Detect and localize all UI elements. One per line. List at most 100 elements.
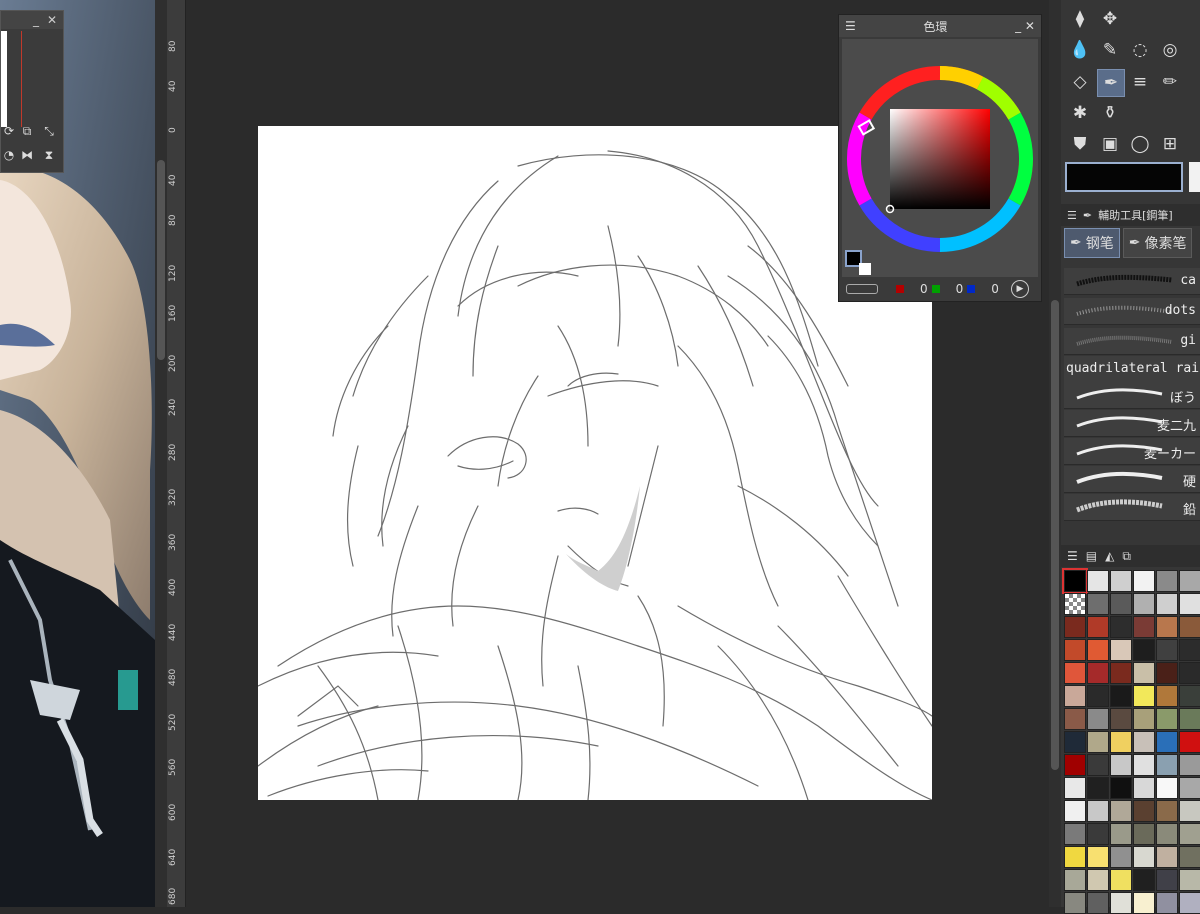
lines-icon[interactable]: ≡ [1127,69,1153,95]
palette-swatch[interactable] [1179,616,1200,638]
palette-swatch[interactable] [1133,708,1155,730]
brush-item[interactable]: quadrilateral rain [1064,356,1200,383]
palette-swatch[interactable] [1064,662,1086,684]
palette-swatch[interactable] [1064,639,1086,661]
reference-scrollbar[interactable] [155,0,167,907]
layer-move-icon[interactable]: ⧫ [1067,6,1093,32]
palette-swatch[interactable] [1110,846,1132,868]
flip-horizontal-icon[interactable]: ⧓ [19,147,35,163]
intermediate-color-icon[interactable]: ◭ [1105,549,1114,563]
palette-swatch[interactable] [1179,708,1200,730]
close-button[interactable]: ✕ [1025,19,1035,33]
palette-swatch[interactable] [1133,800,1155,822]
palette-swatch[interactable] [1156,892,1178,914]
palette-swatch[interactable] [1133,616,1155,638]
palette-swatch[interactable] [1133,846,1155,868]
color-set-icon[interactable]: ▤ [1086,549,1097,563]
palette-swatch[interactable] [1087,823,1109,845]
palette-swatch[interactable] [1179,892,1200,914]
palette-swatch[interactable] [1087,685,1109,707]
play-icon[interactable]: ▶ [1010,280,1029,298]
palette-swatch[interactable] [1179,570,1200,592]
palette-swatch[interactable] [1087,708,1109,730]
palette-swatch[interactable] [1064,685,1086,707]
palette-swatch[interactable] [1064,846,1086,868]
palette-swatch[interactable] [1156,685,1178,707]
frame-icon[interactable]: ⊞ [1157,131,1183,157]
palette-swatch[interactable] [1087,662,1109,684]
palette-swatch[interactable] [1156,823,1178,845]
palette-swatch[interactable] [1156,616,1178,638]
lasso-icon[interactable]: ◌ [1127,37,1153,63]
pencil-icon[interactable]: ✏ [1157,69,1183,95]
palette-swatch[interactable] [1179,777,1200,799]
palette-swatch[interactable] [1133,639,1155,661]
palette-swatch[interactable] [1087,639,1109,661]
scrollbar-thumb[interactable] [157,160,165,360]
minimize-button[interactable]: _ [33,13,39,27]
palette-swatch[interactable] [1179,800,1200,822]
palette-swatch[interactable] [1110,777,1132,799]
move-icon[interactable]: ✥ [1097,6,1123,32]
palette-swatch[interactable] [1087,892,1109,914]
fill-icon[interactable]: ⛊ [1067,131,1093,157]
palette-swatch[interactable] [1110,823,1132,845]
palette-swatch[interactable] [1179,823,1200,845]
airbrush-icon[interactable]: ⚱ [1097,100,1123,126]
panel-menu-icon[interactable]: ☰ [1067,549,1078,563]
palette-swatch[interactable] [1110,570,1132,592]
palette-swatch[interactable] [1087,616,1109,638]
figure-icon[interactable]: ◯ [1127,131,1153,157]
palette-swatch[interactable] [1133,662,1155,684]
palette-swatch[interactable] [1064,892,1086,914]
palette-swatch[interactable] [1064,777,1086,799]
palette-swatch[interactable] [1087,800,1109,822]
palette-swatch[interactable] [1110,869,1132,891]
panel-menu-icon[interactable]: ☰ [845,19,856,33]
palette-swatch[interactable] [1087,731,1109,753]
sparkle-icon[interactable]: ✱ [1067,100,1093,126]
palette-swatch[interactable] [1064,593,1086,615]
palette-swatch[interactable] [1110,593,1132,615]
palette-swatch[interactable] [1064,869,1086,891]
palette-swatch[interactable] [1179,662,1200,684]
brush-item[interactable]: ぼう [1064,382,1200,409]
palette-swatch[interactable] [1133,731,1155,753]
color-wheel-graphic[interactable] [842,39,1038,277]
palette-swatch[interactable] [1156,731,1178,753]
tab-pixel-pen[interactable]: ✒ 像素笔 [1122,228,1193,258]
palette-swatch[interactable] [1133,823,1155,845]
flip-vertical-icon[interactable]: ⧗ [41,147,57,163]
palette-swatch[interactable] [1133,685,1155,707]
reset-rotation-icon[interactable]: ◔ [1,147,17,163]
palette-swatch[interactable] [1179,846,1200,868]
brush-item[interactable]: 鉛 [1064,494,1200,521]
palette-swatch[interactable] [1087,869,1109,891]
gradient-icon[interactable]: ▣ [1097,131,1123,157]
main-color-swatch[interactable] [845,250,862,267]
palette-swatch[interactable] [1179,869,1200,891]
brush-item[interactable]: 麦ーカー [1064,438,1200,465]
minimize-button[interactable]: _ [1015,19,1021,33]
palette-swatch[interactable] [1179,754,1200,776]
palette-swatch[interactable] [1133,754,1155,776]
palette-swatch[interactable] [1064,754,1086,776]
palette-swatch[interactable] [1179,685,1200,707]
blend-icon[interactable]: 💧 [1067,37,1093,63]
palette-swatch[interactable] [1110,662,1132,684]
palette-swatch[interactable] [1064,731,1086,753]
palette-swatch[interactable] [1087,777,1109,799]
palette-swatch[interactable] [1110,639,1132,661]
palette-swatch[interactable] [1156,800,1178,822]
palette-swatch[interactable] [1156,662,1178,684]
rotate-icon[interactable]: ⟳ [1,123,17,139]
palette-swatch[interactable] [1179,731,1200,753]
selection-icon[interactable]: ◎ [1157,37,1183,63]
palette-swatch[interactable] [1133,777,1155,799]
sub-color-swatch[interactable] [859,263,871,275]
tab-pen[interactable]: ✒ 钢笔 [1064,228,1120,258]
palette-swatch[interactable] [1133,570,1155,592]
palette-swatch[interactable] [1156,593,1178,615]
brush-item[interactable]: 麦二九 [1064,410,1200,437]
palette-swatch[interactable] [1110,685,1132,707]
